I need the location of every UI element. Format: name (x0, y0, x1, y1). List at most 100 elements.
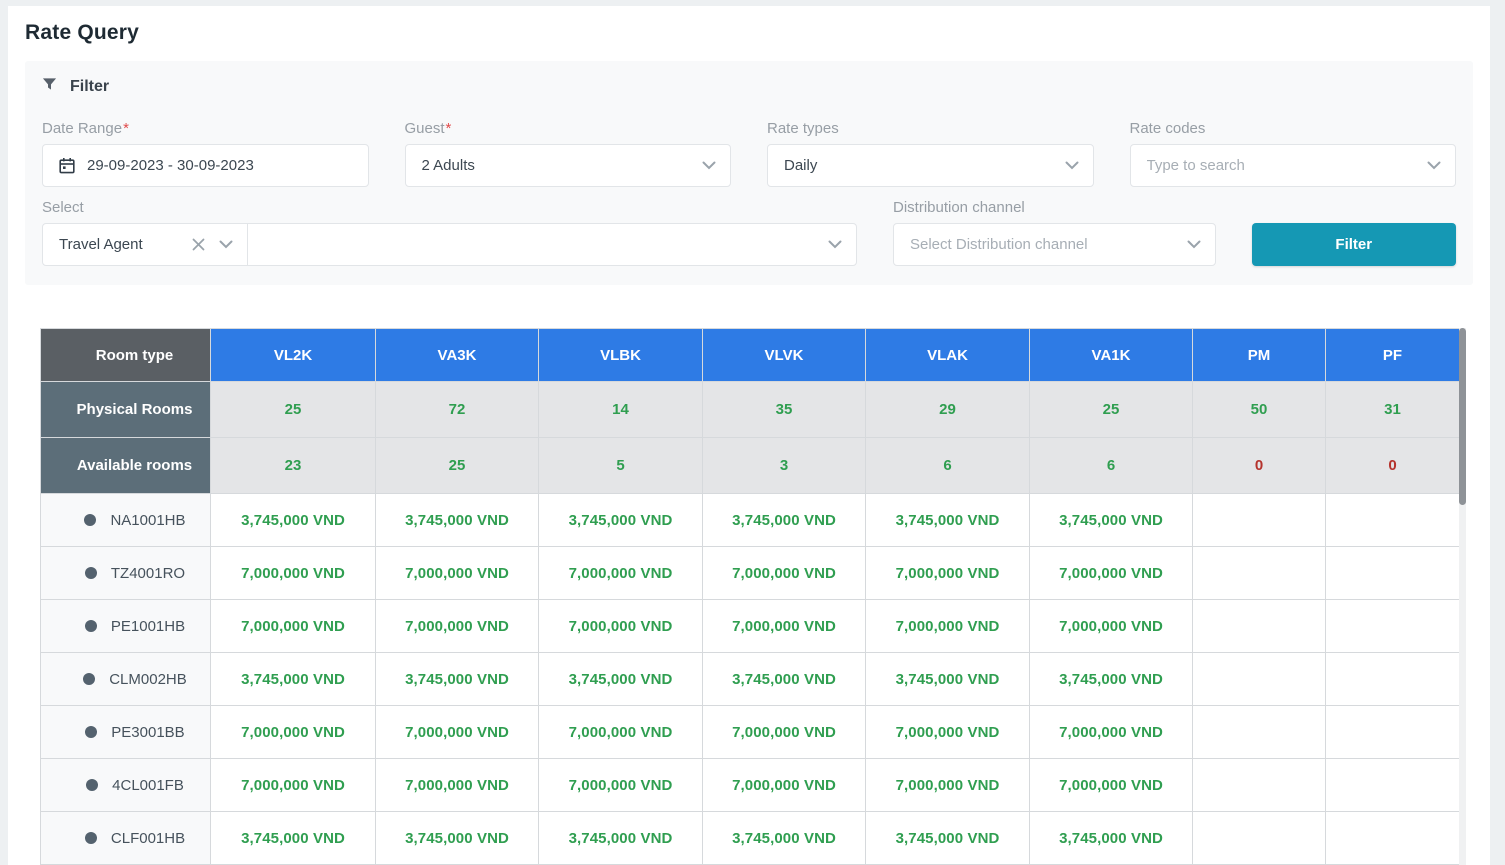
rate-code-label: PE1001HB (111, 618, 185, 635)
bullet-icon (85, 832, 97, 844)
bullet-icon (85, 726, 97, 738)
rate-code-label: PE3001BB (111, 724, 184, 741)
room-count: 0 (1388, 457, 1396, 474)
rate-value-4CL001FB-PF (1326, 759, 1460, 812)
room-count: 25 (285, 401, 302, 418)
rate-code-cell-NA1001HB: NA1001HB (41, 494, 211, 547)
rate-value-TZ4001RO-PF (1326, 547, 1460, 600)
distribution-channel-select[interactable]: Select Distribution channel (893, 223, 1216, 266)
chevron-down-icon (1065, 161, 1079, 170)
distribution-channel-label: Distribution channel (893, 199, 1216, 217)
available-rooms-value-VLBK: 5 (539, 438, 703, 494)
room-count: 72 (449, 401, 466, 418)
bullet-icon (85, 620, 97, 632)
date-range-label: Date Range* (42, 120, 369, 138)
rate-value-4CL001FB-VLVK: 7,000,000 VND (703, 759, 866, 812)
rate-value-CLF001HB-VLVK: 3,745,000 VND (703, 812, 866, 865)
room-count: 14 (612, 401, 629, 418)
rate-code-cell-PE3001BB: PE3001BB (41, 706, 211, 759)
guest-label: Guest* (405, 120, 732, 138)
guest-value: 2 Adults (422, 157, 695, 174)
rate-value-PE3001BB-VLBK: 7,000,000 VND (539, 706, 703, 759)
rate-code-cell-TZ4001RO: TZ4001RO (41, 547, 211, 600)
rate-types-select[interactable]: Daily (767, 144, 1094, 187)
date-range-field: Date Range* 29-09-2023 - 30-09-2023 (42, 120, 369, 187)
rate-value-4CL001FB-PM (1193, 759, 1326, 812)
rate-value-PE3001BB-VLVK: 7,000,000 VND (703, 706, 866, 759)
calendar-icon (59, 157, 75, 174)
guest-select[interactable]: 2 Adults (405, 144, 732, 187)
available-rooms-value-PM: 0 (1193, 438, 1326, 494)
physical-rooms-value-VL2K: 25 (211, 382, 376, 438)
rate-value-CLM002HB-VLAK: 3,745,000 VND (866, 653, 1030, 706)
room-count: 23 (285, 457, 302, 474)
column-header-PF: PF (1326, 329, 1460, 382)
physical-rooms-value-PF: 31 (1326, 382, 1460, 438)
bullet-icon (83, 673, 95, 685)
chevron-down-icon (1427, 161, 1441, 170)
rate-value-PE1001HB-VA1K: 7,000,000 VND (1030, 600, 1193, 653)
rate-value-NA1001HB-VLAK: 3,745,000 VND (866, 494, 1030, 547)
rate-code-label: 4CL001FB (112, 777, 184, 794)
rate-code-cell-CLF001HB: CLF001HB (41, 812, 211, 865)
available-rooms-value-VA1K: 6 (1030, 438, 1193, 494)
rate-value-CLF001HB-VA3K: 3,745,000 VND (376, 812, 539, 865)
rate-value-TZ4001RO-VA3K: 7,000,000 VND (376, 547, 539, 600)
bullet-icon (86, 779, 98, 791)
column-header-VLBK: VLBK (539, 329, 703, 382)
rate-value-PE1001HB-PM (1193, 600, 1326, 653)
agent-type-select[interactable]: Travel Agent (42, 223, 248, 266)
table-scrollbar-thumb[interactable] (1459, 328, 1466, 505)
filter-submit-button[interactable]: Filter (1252, 223, 1457, 266)
content-card: Rate Query Filter Date Range* (8, 6, 1490, 865)
rate-value-CLM002HB-VA1K: 3,745,000 VND (1030, 653, 1193, 706)
clear-selection-icon[interactable] (192, 238, 205, 251)
rate-value-CLM002HB-PM (1193, 653, 1326, 706)
rate-value-TZ4001RO-VL2K: 7,000,000 VND (211, 547, 376, 600)
filter-panel: Filter Date Range* 29-09-2023 - (25, 61, 1473, 285)
room-count: 3 (780, 457, 788, 474)
agent-name-select[interactable] (247, 223, 857, 266)
rate-value-CLF001HB-VL2K: 3,745,000 VND (211, 812, 376, 865)
rate-codes-search-input[interactable] (1147, 157, 1420, 174)
room-count: 31 (1384, 401, 1401, 418)
select-field: Select Travel Agent (42, 199, 857, 266)
rate-types-label: Rate types (767, 120, 1094, 138)
rate-value-PE1001HB-VLBK: 7,000,000 VND (539, 600, 703, 653)
date-range-input[interactable]: 29-09-2023 - 30-09-2023 (42, 144, 369, 187)
room-count: 5 (616, 457, 624, 474)
rate-value-TZ4001RO-VLVK: 7,000,000 VND (703, 547, 866, 600)
rate-code-label: CLF001HB (111, 830, 185, 847)
available-rooms-value-VL2K: 23 (211, 438, 376, 494)
filter-heading: Filter (70, 78, 109, 96)
rate-value-CLF001HB-PM (1193, 812, 1326, 865)
rate-row-TZ4001RO: TZ4001RO7,000,000 VND7,000,000 VND7,000,… (41, 547, 1460, 600)
agent-type-value: Travel Agent (59, 236, 192, 253)
rate-value-PE1001HB-VL2K: 7,000,000 VND (211, 600, 376, 653)
rate-value-CLF001HB-VA1K: 3,745,000 VND (1030, 812, 1193, 865)
rate-value-TZ4001RO-PM (1193, 547, 1326, 600)
select-label: Select (42, 199, 857, 217)
available-rooms-row: Available rooms2325536600 (41, 438, 1460, 494)
rate-value-NA1001HB-PM (1193, 494, 1326, 547)
rate-value-4CL001FB-VLBK: 7,000,000 VND (539, 759, 703, 812)
column-header-PM: PM (1193, 329, 1326, 382)
rate-row-4CL001FB: 4CL001FB7,000,000 VND7,000,000 VND7,000,… (41, 759, 1460, 812)
rate-value-PE1001HB-VLAK: 7,000,000 VND (866, 600, 1030, 653)
rate-value-PE3001BB-VL2K: 7,000,000 VND (211, 706, 376, 759)
distribution-channel-placeholder: Select Distribution channel (910, 236, 1179, 253)
rate-codes-search-select[interactable] (1130, 144, 1457, 187)
rate-code-label: NA1001HB (110, 512, 185, 529)
room-count: 35 (776, 401, 793, 418)
room-type-corner-header: Room type (41, 329, 211, 382)
rate-types-value: Daily (784, 157, 1057, 174)
physical-rooms-value-VLBK: 14 (539, 382, 703, 438)
rate-value-PE3001BB-VA3K: 7,000,000 VND (376, 706, 539, 759)
column-header-VLAK: VLAK (866, 329, 1030, 382)
rate-row-CLF001HB: CLF001HB3,745,000 VND3,745,000 VND3,745,… (41, 812, 1460, 865)
date-range-value: 29-09-2023 - 30-09-2023 (87, 157, 354, 174)
rate-value-CLF001HB-VLAK: 3,745,000 VND (866, 812, 1030, 865)
physical-rooms-value-PM: 50 (1193, 382, 1326, 438)
physical-rooms-value-VLVK: 35 (703, 382, 866, 438)
rate-row-CLM002HB: CLM002HB3,745,000 VND3,745,000 VND3,745,… (41, 653, 1460, 706)
